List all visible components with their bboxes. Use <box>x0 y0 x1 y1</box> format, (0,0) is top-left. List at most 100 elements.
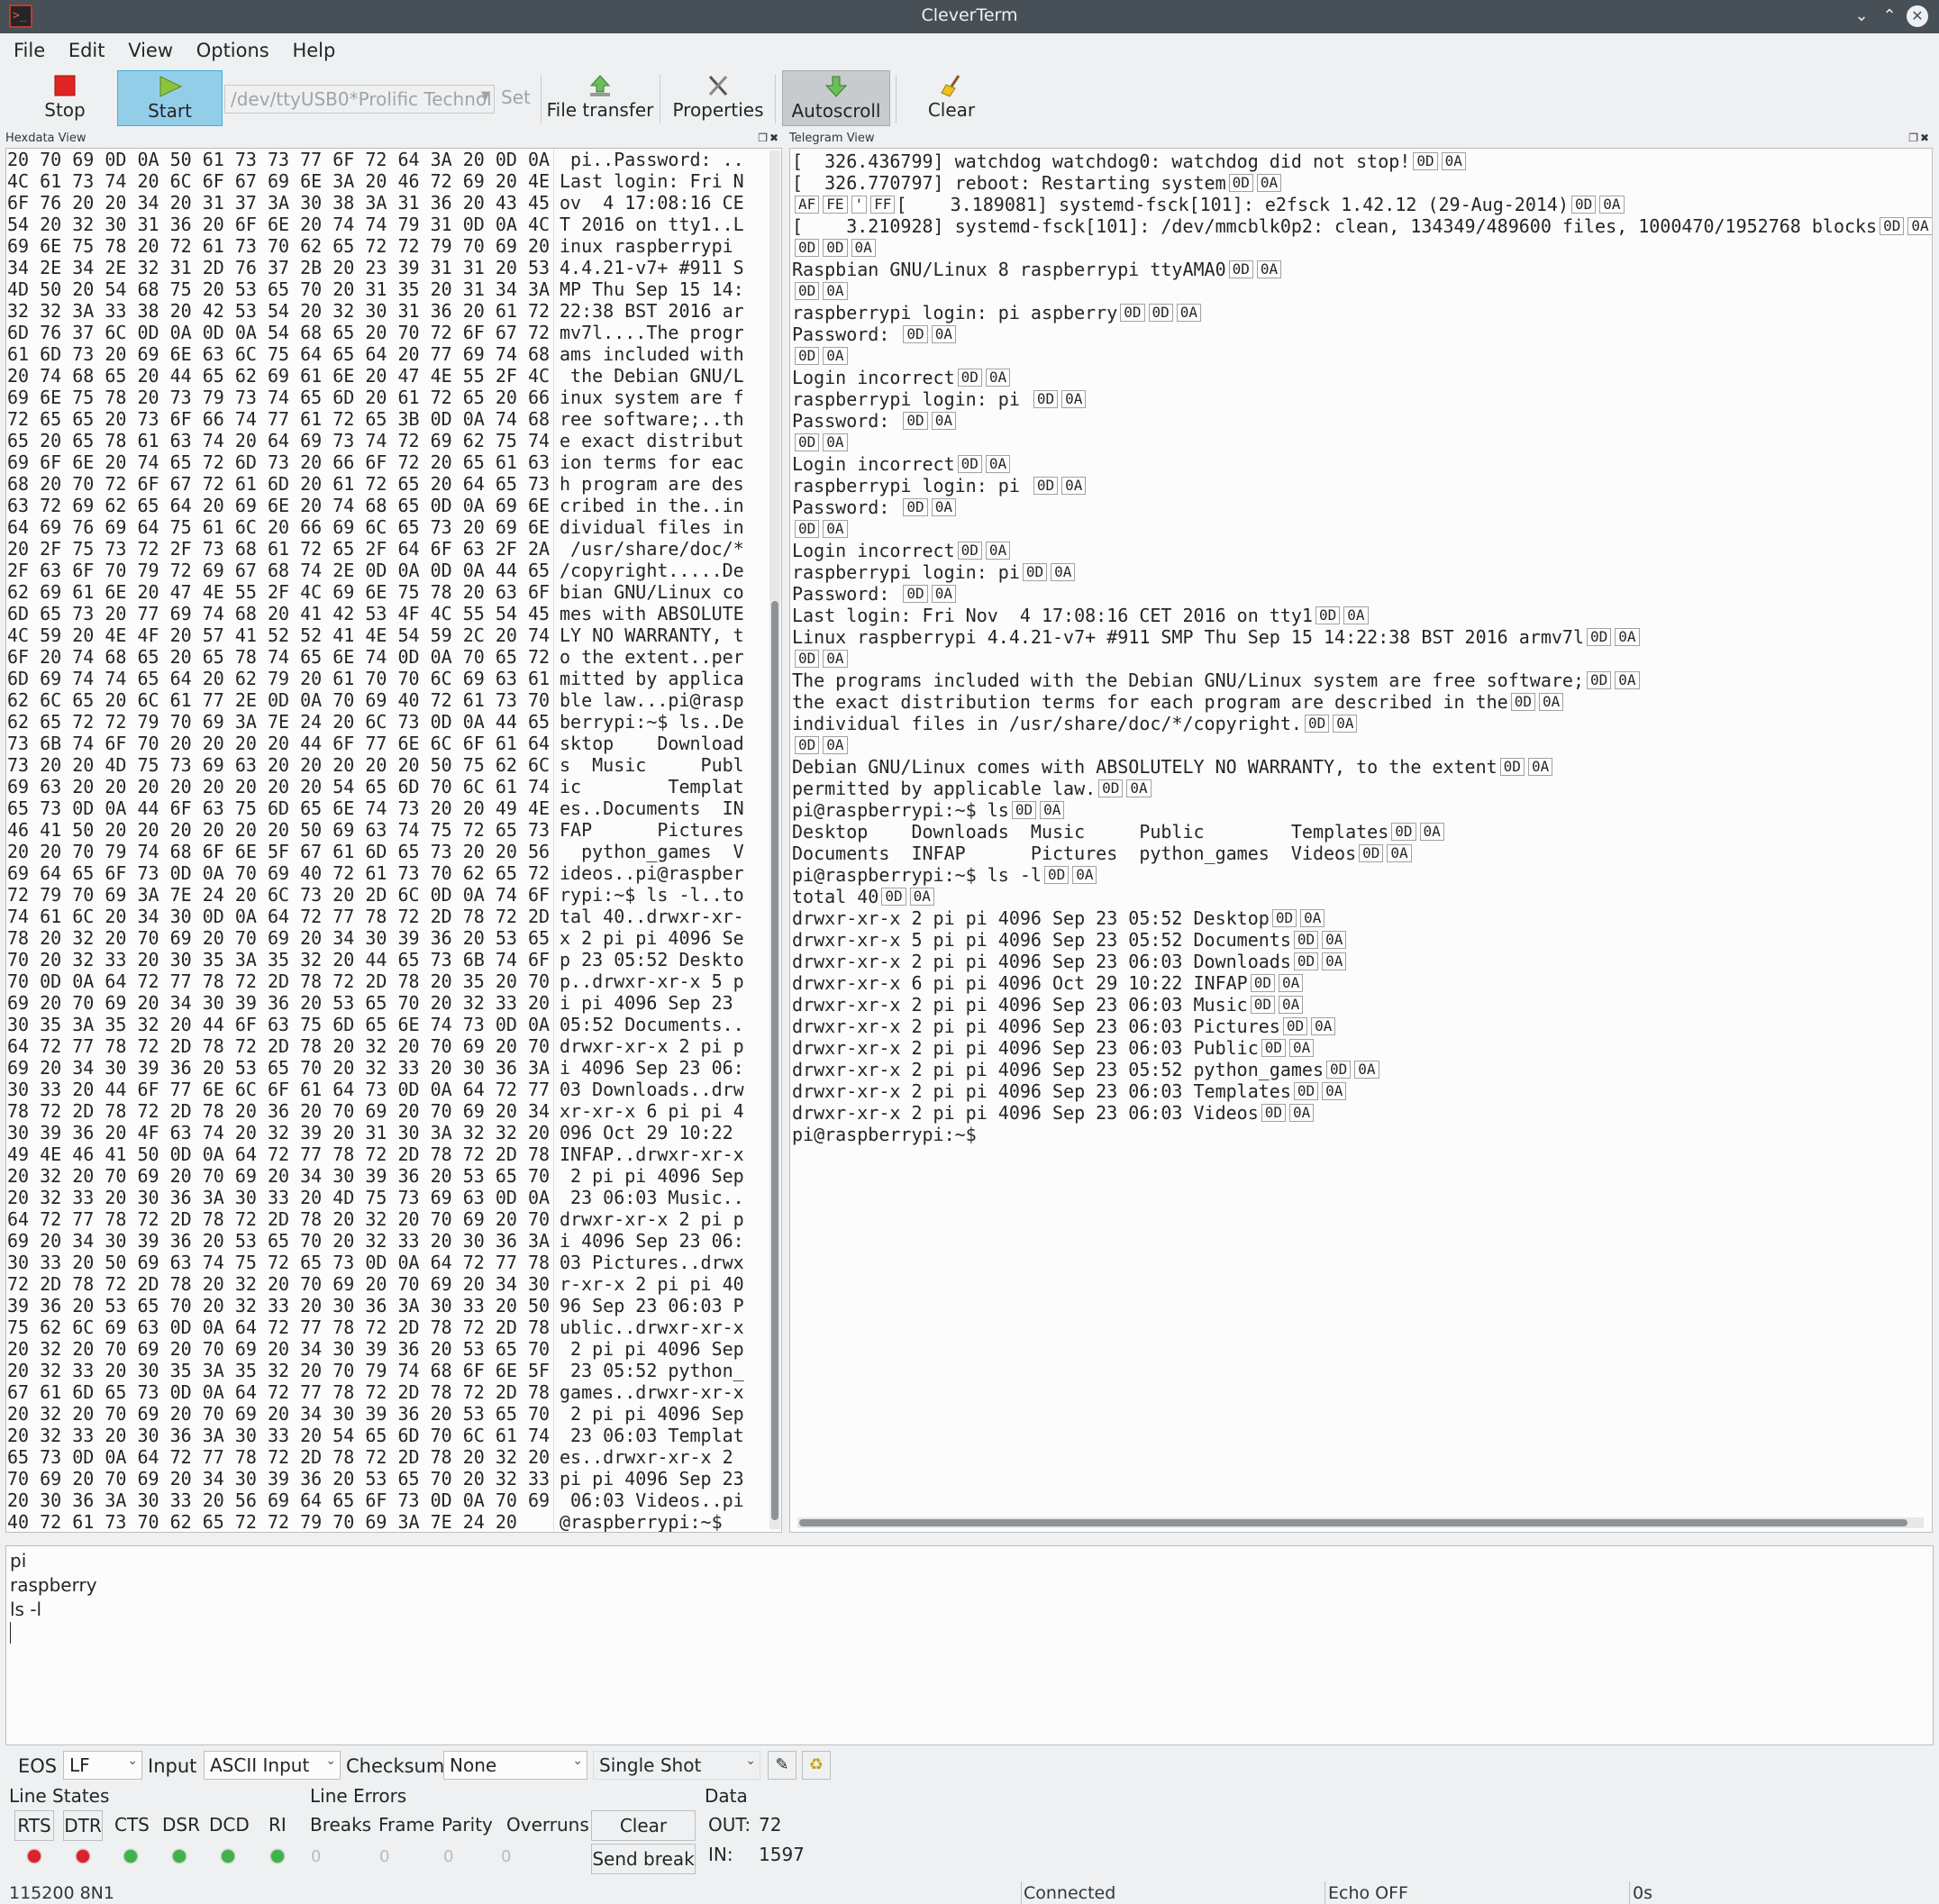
stop-button[interactable]: Stop <box>32 70 97 126</box>
telegram-line: individual files in /usr/share/doc/*/cop… <box>792 713 1932 734</box>
ascii-row: 96 Sep 23 06:03 P <box>560 1295 744 1316</box>
hex-row: 6D 76 37 6C 0D 0A 0D 0A 54 68 65 20 70 7… <box>7 322 551 343</box>
menu-file[interactable]: File <box>14 33 45 61</box>
hex-row: 20 70 69 0D 0A 50 61 73 73 77 6F 72 64 3… <box>7 149 551 170</box>
send-break-button[interactable]: Send break <box>591 1844 696 1874</box>
byte-box: 0D <box>795 239 820 257</box>
send-edit-button[interactable]: ✎ <box>768 1751 797 1780</box>
hex-row: 20 74 68 65 20 44 65 62 69 61 6E 20 47 4… <box>7 365 551 387</box>
ascii-row: cribed in the..in <box>560 495 744 516</box>
menu-options[interactable]: Options <box>196 33 269 61</box>
hex-row: 6F 20 74 68 65 20 65 78 74 65 6E 74 0D 0… <box>7 646 551 668</box>
telegram-text: drwxr-xr-x 2 pi pi 4096 Sep 23 06:03 Dow… <box>792 951 1291 972</box>
byte-box: 0A <box>1289 1039 1315 1057</box>
minimize-icon[interactable]: ⌄ <box>1849 4 1874 29</box>
scrollbar-thumb[interactable] <box>771 601 778 1520</box>
byte-box: 0A <box>1072 866 1097 884</box>
telegram-text: raspberrypi login: pi <box>792 475 1031 496</box>
telegram-text: the exact distribution terms for each pr… <box>792 691 1508 713</box>
breaks-label: Breaks <box>310 1814 372 1836</box>
telegram-line: Desktop Downloads Music Public Templates… <box>792 821 1932 843</box>
line-errors-label: Line Errors <box>310 1785 407 1807</box>
file-transfer-button[interactable]: File transfer <box>546 70 654 126</box>
telegram-text: individual files in /usr/share/doc/*/cop… <box>792 713 1302 734</box>
eos-select[interactable]: LF ⌄ <box>63 1751 142 1780</box>
parity-count: 0 <box>443 1847 454 1866</box>
byte-box: 0D <box>1326 1061 1352 1079</box>
hex-row: 64 69 76 69 64 75 61 6C 20 66 69 6C 65 7… <box>7 516 551 538</box>
start-button[interactable]: Start <box>117 70 223 126</box>
send-mode-select[interactable]: Single Shot ⌄ <box>593 1751 760 1780</box>
status-echo: Echo OFF <box>1328 1883 1408 1903</box>
panel-float-close-icons[interactable]: ❐✖ <box>758 132 780 144</box>
maximize-icon[interactable]: ⌃ <box>1877 4 1902 29</box>
ascii-row: ree software;..th <box>560 408 744 430</box>
ascii-row: i pi 4096 Sep 23 <box>560 992 744 1014</box>
hex-row: 4C 61 73 74 20 6C 6F 67 69 6E 3A 20 46 7… <box>7 170 551 192</box>
panel-float-close-icons[interactable]: ❐✖ <box>1908 132 1931 144</box>
status-connection: Connected <box>1024 1883 1116 1903</box>
hex-row: 67 61 6D 65 73 0D 0A 64 72 77 78 72 2D 7… <box>7 1381 551 1403</box>
byte-box: 0D <box>1391 823 1416 841</box>
clear-errors-button[interactable]: Clear errors <box>591 1810 696 1865</box>
telegram-line: drwxr-xr-x 2 pi pi 4096 Sep 23 06:03 Pub… <box>792 1037 1932 1059</box>
scrollbar-thumb[interactable] <box>799 1519 1907 1526</box>
telegram-view[interactable]: [ 326.436799] watchdog watchdog0: watchd… <box>789 148 1933 1533</box>
byte-box: 0A <box>1322 931 1347 949</box>
input-line: pi <box>10 1550 27 1571</box>
byte-box: 0D <box>1587 628 1612 646</box>
hexdata-view[interactable]: 20 70 69 0D 0A 50 61 73 73 77 6F 72 64 3… <box>5 148 782 1533</box>
telegram-line: Linux raspberrypi 4.4.21-v7+ #911 SMP Th… <box>792 626 1932 648</box>
rts-toggle[interactable]: RTS <box>14 1810 54 1841</box>
send-input-area[interactable]: pi raspberry ls -l <box>5 1545 1934 1745</box>
byte-box: 0A <box>1311 1017 1336 1035</box>
input-format-value: ASCII Input <box>210 1754 310 1776</box>
eos-label: EOS <box>18 1755 58 1777</box>
hexdata-vertical-scrollbar[interactable] <box>769 150 780 1529</box>
telegram-line: Raspbian GNU/Linux 8 raspberrypi ttyAMA0… <box>792 259 1932 280</box>
autoscroll-toggle[interactable]: Autoscroll <box>782 70 890 126</box>
toolbar-separator <box>541 75 542 123</box>
byte-box: 0D <box>903 498 928 516</box>
menu-view[interactable]: View <box>128 33 173 61</box>
clear-input-button[interactable]: ♻ <box>802 1751 831 1780</box>
hex-row: 73 20 20 4D 75 73 69 63 20 20 20 20 20 5… <box>7 754 551 776</box>
menu-help[interactable]: Help <box>292 33 335 61</box>
input-format-select[interactable]: ASCII Input ⌄ <box>204 1751 341 1780</box>
telegram-line: [ 326.770797] reboot: Restarting system 0… <box>792 172 1932 194</box>
ascii-row: @raspberrypi:~$ <box>560 1511 733 1533</box>
chevron-down-icon: ⌄ <box>745 1754 756 1768</box>
hex-row: 69 64 65 6F 73 0D 0A 70 69 40 72 61 73 7… <box>7 862 551 884</box>
telegram-horizontal-scrollbar[interactable] <box>797 1517 1924 1528</box>
ri-label: RI <box>269 1814 287 1836</box>
close-icon[interactable]: ✕ <box>1907 5 1928 27</box>
hex-row: 69 20 70 69 20 34 30 39 36 20 53 65 70 2… <box>7 992 551 1014</box>
byte-box: 0D <box>1304 715 1330 733</box>
byte-box: 0D <box>1228 260 1253 278</box>
frame-label: Frame <box>378 1814 435 1836</box>
checksum-label: Checksum <box>346 1755 445 1777</box>
hexdata-view-title: Hexdata View <box>5 132 86 145</box>
ascii-row: ble law...pi@rasp <box>560 689 744 711</box>
hex-row: 65 73 0D 0A 64 72 77 78 72 2D 78 72 2D 7… <box>7 1446 551 1468</box>
ascii-row: e exact distribut <box>560 430 744 451</box>
byte-box: 0A <box>1354 1061 1379 1079</box>
properties-button[interactable]: Properties <box>667 70 769 126</box>
set-button[interactable]: Set <box>501 87 531 108</box>
checksum-select[interactable]: None ⌄ <box>443 1751 587 1780</box>
ascii-row: ams included with <box>560 343 744 365</box>
chevron-down-icon: ⌄ <box>127 1754 138 1768</box>
dtr-toggle[interactable]: DTR <box>63 1810 103 1841</box>
port-select[interactable]: /dev/ttyUSB0*Prolific Technol ▼ <box>224 85 495 114</box>
byte-box: 0A <box>1256 260 1282 278</box>
ascii-row: drwxr-xr-x 2 pi p <box>560 1035 744 1057</box>
hex-row: 20 30 36 3A 30 33 20 56 69 64 65 6F 73 0… <box>7 1489 551 1511</box>
ascii-row: the Debian GNU/L <box>560 365 744 387</box>
ascii-row: i 4096 Sep 23 06: <box>560 1057 744 1079</box>
byte-box: 0A <box>1615 671 1640 689</box>
telegram-line: drwxr-xr-x 2 pi pi 4096 Sep 23 06:03 Pic… <box>792 1016 1932 1037</box>
byte-box: 0A <box>1333 715 1358 733</box>
clear-button[interactable]: Clear <box>919 70 984 126</box>
menu-edit[interactable]: Edit <box>68 33 105 61</box>
hex-row: 49 4E 46 41 50 0D 0A 64 72 77 78 72 2D 7… <box>7 1143 551 1165</box>
